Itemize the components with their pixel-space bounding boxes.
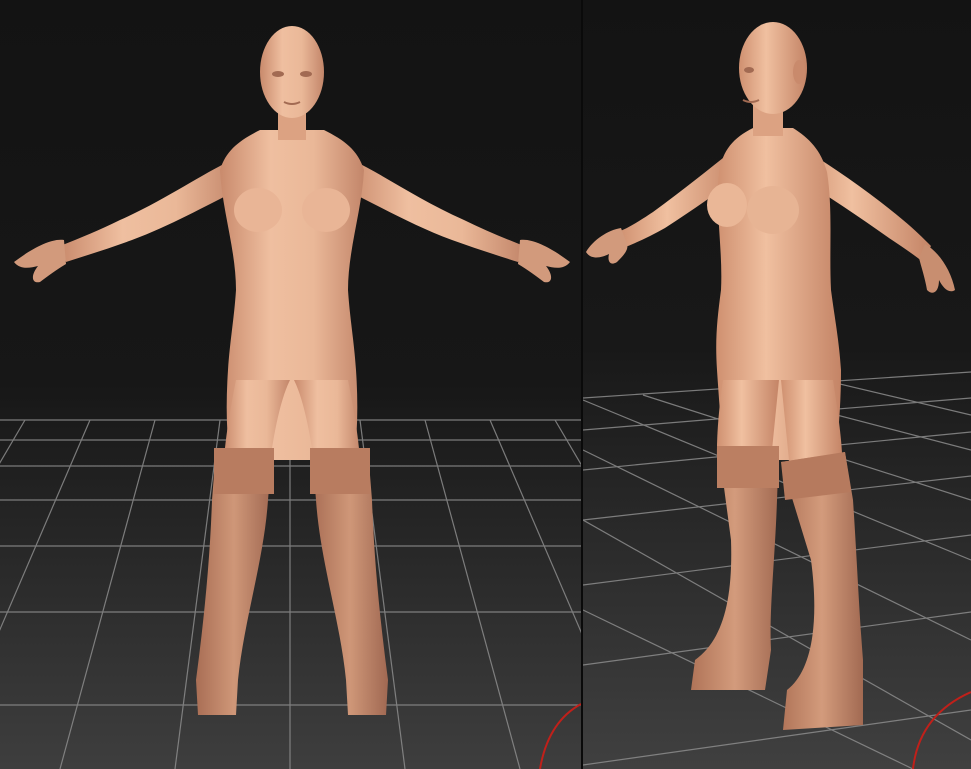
- perspective-viewport[interactable]: [583, 0, 971, 769]
- front-viewport[interactable]: [0, 0, 581, 769]
- zbrush-canvas[interactable]: [0, 0, 971, 769]
- perspective-scene: [583, 0, 971, 769]
- front-scene: [0, 0, 581, 769]
